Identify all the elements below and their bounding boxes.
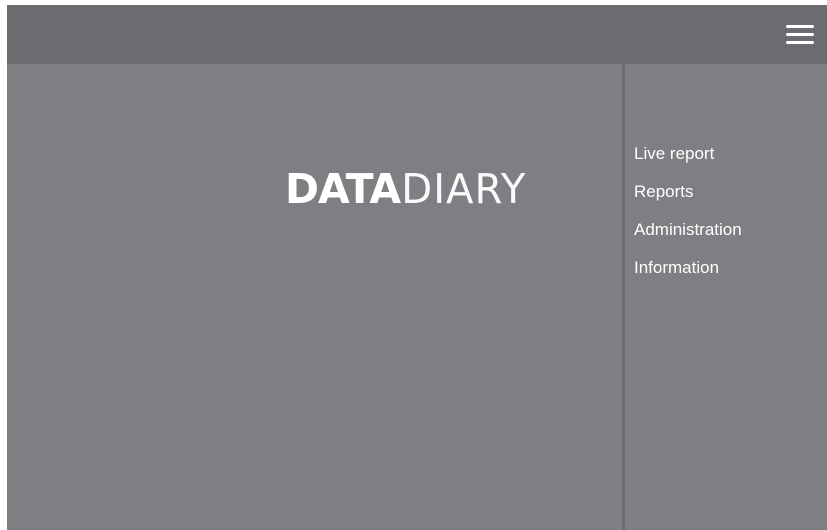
nav-item-reports[interactable]: Reports (634, 180, 742, 218)
logo-thin-text: DIARY (401, 165, 527, 213)
sidebar-menu: Live report Reports Administration Infor… (625, 64, 827, 530)
app-window: DATADIARY Live report Reports Administra… (7, 5, 827, 530)
nav-list: Live report Reports Administration Infor… (634, 142, 742, 294)
nav-item-information[interactable]: Information (634, 256, 742, 294)
datadiary-logo: DATADIARY (285, 168, 528, 210)
nav-item-administration[interactable]: Administration (634, 218, 742, 256)
menu-line (786, 25, 814, 28)
menu-line (786, 33, 814, 36)
hamburger-menu-icon[interactable] (786, 23, 816, 47)
nav-item-live-report[interactable]: Live report (634, 142, 742, 180)
menu-line (786, 41, 814, 44)
top-bar (7, 5, 827, 64)
main-content: DATADIARY (7, 64, 623, 530)
logo-bold-text: DATA (285, 165, 401, 213)
